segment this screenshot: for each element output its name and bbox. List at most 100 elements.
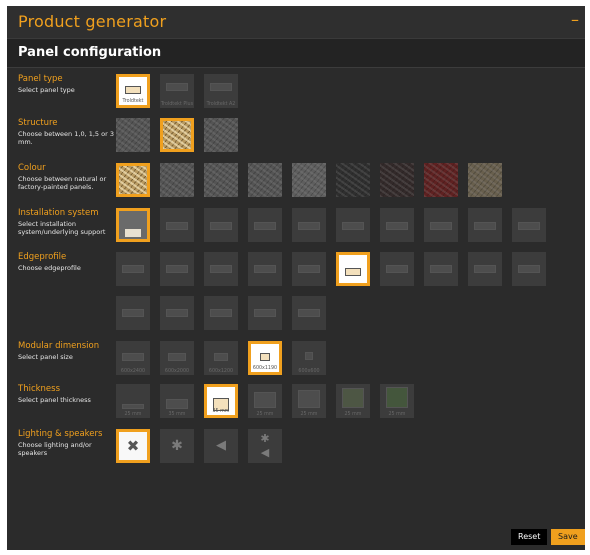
modular-option[interactable]: 600x2400 (116, 341, 150, 375)
installation-option[interactable] (380, 208, 414, 242)
edgeprofile-option[interactable] (160, 296, 194, 330)
option-label: 35 mm (168, 412, 186, 417)
edgeprofile-option[interactable] (116, 296, 150, 330)
panel-type-option[interactable]: Troldtekt Plus (160, 74, 194, 108)
installation-option[interactable] (512, 208, 546, 242)
thickness-option[interactable]: 25 mm (336, 384, 370, 418)
edgeprofile-option[interactable] (336, 252, 370, 286)
option-label: 600x2400 (120, 369, 146, 374)
colour-option[interactable] (248, 163, 282, 197)
colour-option[interactable] (116, 163, 150, 197)
edgeprofile-option[interactable] (204, 296, 238, 330)
section-desc: Choose edgeprofile (18, 264, 81, 272)
edgeprofile-option[interactable] (380, 252, 414, 286)
thickness-option[interactable]: 25 mm (116, 384, 150, 418)
minimize-button[interactable]: – (571, 10, 579, 29)
section-desc: Select panel thickness (18, 396, 91, 404)
colour-option[interactable] (336, 163, 370, 197)
section-installation: Installation system Select installation … (18, 208, 118, 236)
section-desc: Select panel type (18, 86, 75, 94)
section-desc: Select panel size (18, 353, 73, 361)
no-light-icon: ✖ (126, 437, 140, 455)
modular-option[interactable]: 600x600 (292, 341, 326, 375)
section-desc: Choose between natural or factory-painte… (18, 175, 107, 191)
edgeprofile-option[interactable] (204, 252, 238, 286)
structure-option[interactable] (116, 118, 150, 152)
modular-option[interactable]: 600x1200 (204, 341, 238, 375)
installation-option[interactable] (292, 208, 326, 242)
reset-button[interactable]: Reset (511, 529, 548, 545)
modular-option[interactable]: 600x1190 (248, 341, 282, 375)
edgeprofile-option[interactable] (248, 296, 282, 330)
modular-option[interactable]: 600x2000 (160, 341, 194, 375)
option-label: 600x1190 (252, 366, 278, 371)
edgeprofile-option[interactable] (424, 252, 458, 286)
section-panel-type: Panel type Select panel type (18, 74, 118, 94)
option-label: 25 mm (124, 412, 142, 417)
section-thickness: Thickness Select panel thickness (18, 384, 118, 404)
installation-option[interactable] (424, 208, 458, 242)
installation-option[interactable] (160, 208, 194, 242)
option-label: 600x1200 (208, 369, 234, 374)
installation-option[interactable] (204, 208, 238, 242)
option-label: 600x2000 (164, 369, 190, 374)
save-button[interactable]: Save (551, 529, 585, 545)
panel-type-option[interactable]: Troldtekt (116, 74, 150, 108)
edgeprofile-option[interactable] (160, 252, 194, 286)
section-title: Colour (18, 163, 46, 173)
thickness-option[interactable]: 25 mm (380, 384, 414, 418)
section-desc: Choose between 1,0, 1,5 or 3 mm. (18, 130, 114, 146)
edgeprofile-option[interactable] (512, 252, 546, 286)
page-title: Panel configuration (18, 45, 162, 60)
option-label: 25 mm (388, 412, 406, 417)
section-structure: Structure Choose between 1,0, 1,5 or 3 m… (18, 118, 118, 146)
option-label: 25 mm (256, 412, 274, 417)
edgeprofile-option[interactable] (116, 252, 150, 286)
lighting-option[interactable]: ✱ (160, 429, 194, 463)
option-label: 600x600 (298, 369, 320, 374)
structure-option[interactable] (160, 118, 194, 152)
title-bar: Product generator – (7, 6, 585, 39)
section-lighting: Lighting & speakers Choose lighting and/… (18, 429, 118, 457)
edgeprofile-option[interactable] (292, 252, 326, 286)
no-lighting-option[interactable]: ✖ (116, 429, 150, 463)
thickness-option[interactable]: 25 mm (248, 384, 282, 418)
colour-option[interactable] (424, 163, 458, 197)
thickness-option[interactable]: 35 mm (160, 384, 194, 418)
installation-option[interactable] (116, 208, 150, 242)
section-modular: Modular dimension Select panel size (18, 341, 118, 361)
panel-type-option[interactable]: Troldtekt A2 (204, 74, 238, 108)
installation-option[interactable] (468, 208, 502, 242)
subheader: Panel configuration (7, 39, 585, 68)
lightbulb-icon: ✱ (171, 438, 183, 454)
option-label: 35 mm (212, 409, 230, 414)
colour-option[interactable] (160, 163, 194, 197)
section-title: Structure (18, 118, 58, 128)
option-label: Troldtekt Plus (160, 102, 194, 107)
thickness-option[interactable]: 35 mm (204, 384, 238, 418)
colour-option[interactable] (468, 163, 502, 197)
thickness-option[interactable]: 25 mm (292, 384, 326, 418)
section-edgeprofile: Edgeprofile Choose edgeprofile (18, 252, 118, 272)
section-title: Edgeprofile (18, 252, 67, 262)
section-desc: Select installation system/underlying su… (18, 220, 106, 236)
colour-option[interactable] (292, 163, 326, 197)
section-title: Installation system (18, 208, 99, 218)
lightbulb-icon: ✱ (260, 432, 270, 445)
section-colour: Colour Choose between natural or factory… (18, 163, 118, 191)
structure-option[interactable] (204, 118, 238, 152)
lighting-speaker-option[interactable]: ✱ ◀ (248, 429, 282, 463)
section-title: Thickness (18, 384, 61, 394)
colour-option[interactable] (204, 163, 238, 197)
edgeprofile-option[interactable] (468, 252, 502, 286)
option-label: Troldtekt (122, 99, 144, 104)
app-title: Product generator (18, 12, 167, 31)
section-title: Lighting & speakers (18, 429, 103, 439)
edgeprofile-option[interactable] (248, 252, 282, 286)
installation-option[interactable] (336, 208, 370, 242)
section-desc: Choose lighting and/or speakers (18, 441, 92, 457)
installation-option[interactable] (248, 208, 282, 242)
colour-option[interactable] (380, 163, 414, 197)
edgeprofile-option[interactable] (292, 296, 326, 330)
speaker-option[interactable]: ◀ (204, 429, 238, 463)
